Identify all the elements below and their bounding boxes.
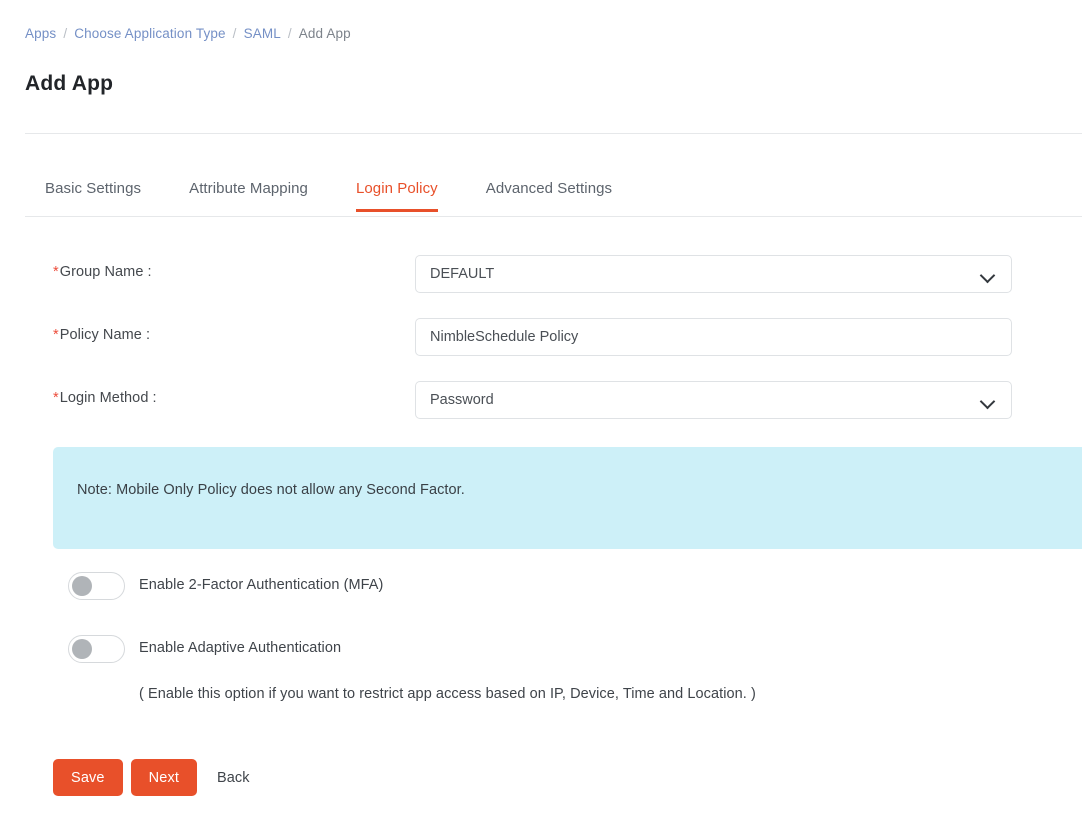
back-button[interactable]: Back bbox=[217, 770, 250, 786]
toggle-row-adaptive: Enable Adaptive Authentication bbox=[0, 635, 1082, 675]
add-app-page: Apps / Choose Application Type / SAML / Add Ap… bbox=[0, 0, 1082, 818]
breadcrumb: Apps / Choose Application Type / SAML / Add Ap… bbox=[25, 25, 351, 43]
toggle-row-mfa: Enable 2-Factor Authentication (MFA) bbox=[0, 572, 1082, 612]
breadcrumb-separator: / bbox=[63, 26, 68, 41]
select-login-method-value: Password bbox=[430, 392, 494, 408]
toggle-knob bbox=[72, 576, 92, 596]
form-row-group-name: *Group Name : DEFAULT bbox=[0, 250, 1082, 313]
toggle-enable-2fa[interactable] bbox=[68, 572, 125, 600]
label-group-name: *Group Name : bbox=[53, 264, 152, 280]
label-policy-name: *Policy Name : bbox=[53, 327, 150, 343]
required-marker: * bbox=[53, 390, 59, 406]
tab-login-policy[interactable]: Login Policy bbox=[355, 180, 438, 212]
tab-attribute-mapping[interactable]: Attribute Mapping bbox=[189, 180, 308, 212]
breadcrumb-separator: / bbox=[287, 26, 292, 41]
select-group-name-value: DEFAULT bbox=[430, 266, 495, 282]
tab-bar-divider bbox=[25, 216, 1082, 217]
breadcrumb-item-saml[interactable]: SAML bbox=[244, 26, 281, 41]
breadcrumb-item-choose-application-type[interactable]: Choose Application Type bbox=[74, 26, 225, 41]
chevron-down-icon bbox=[981, 270, 995, 279]
form-row-policy-name: *Policy Name : NimbleSchedule Policy bbox=[0, 313, 1082, 376]
toggle-enable-adaptive-auth[interactable] bbox=[68, 635, 125, 663]
label-login-method: *Login Method : bbox=[53, 390, 157, 406]
chevron-down-icon bbox=[981, 396, 995, 405]
save-button[interactable]: Save bbox=[53, 759, 123, 796]
toggle-knob bbox=[72, 639, 92, 659]
breadcrumb-item-add-app: Add App bbox=[298, 26, 351, 41]
label-login-method-text: Login Method : bbox=[59, 390, 157, 406]
note-banner: Note: Mobile Only Policy does not allow … bbox=[53, 447, 1082, 549]
header-divider bbox=[25, 133, 1082, 134]
select-login-method[interactable]: Password bbox=[415, 381, 1012, 419]
next-button[interactable]: Next bbox=[130, 759, 198, 796]
tab-advanced-settings[interactable]: Advanced Settings bbox=[486, 180, 612, 212]
breadcrumb-separator: / bbox=[232, 26, 237, 41]
label-group-name-text: Group Name : bbox=[59, 264, 152, 280]
form-row-login-method: *Login Method : Password bbox=[0, 376, 1082, 439]
adaptive-auth-helper-text: ( Enable this option if you want to rest… bbox=[139, 686, 756, 702]
required-marker: * bbox=[53, 264, 59, 280]
label-policy-name-text: Policy Name : bbox=[59, 327, 151, 343]
input-policy-name-value: NimbleSchedule Policy bbox=[430, 329, 579, 345]
breadcrumb-item-apps[interactable]: Apps bbox=[25, 26, 56, 41]
tab-bar: Basic Settings Attribute Mapping Login P… bbox=[25, 180, 1082, 218]
login-policy-form: *Group Name : DEFAULT *Policy Name : Nim… bbox=[0, 250, 1082, 439]
page-title: Add App bbox=[25, 72, 114, 95]
toggle-enable-adaptive-auth-label: Enable Adaptive Authentication bbox=[139, 640, 342, 656]
form-actions: Save Next Back bbox=[53, 759, 250, 796]
input-policy-name[interactable]: NimbleSchedule Policy bbox=[415, 318, 1012, 356]
required-marker: * bbox=[53, 327, 59, 343]
select-group-name[interactable]: DEFAULT bbox=[415, 255, 1012, 293]
note-banner-text: Note: Mobile Only Policy does not allow … bbox=[77, 482, 465, 498]
toggle-enable-2fa-label: Enable 2-Factor Authentication (MFA) bbox=[139, 577, 384, 593]
tab-basic-settings[interactable]: Basic Settings bbox=[45, 180, 141, 212]
